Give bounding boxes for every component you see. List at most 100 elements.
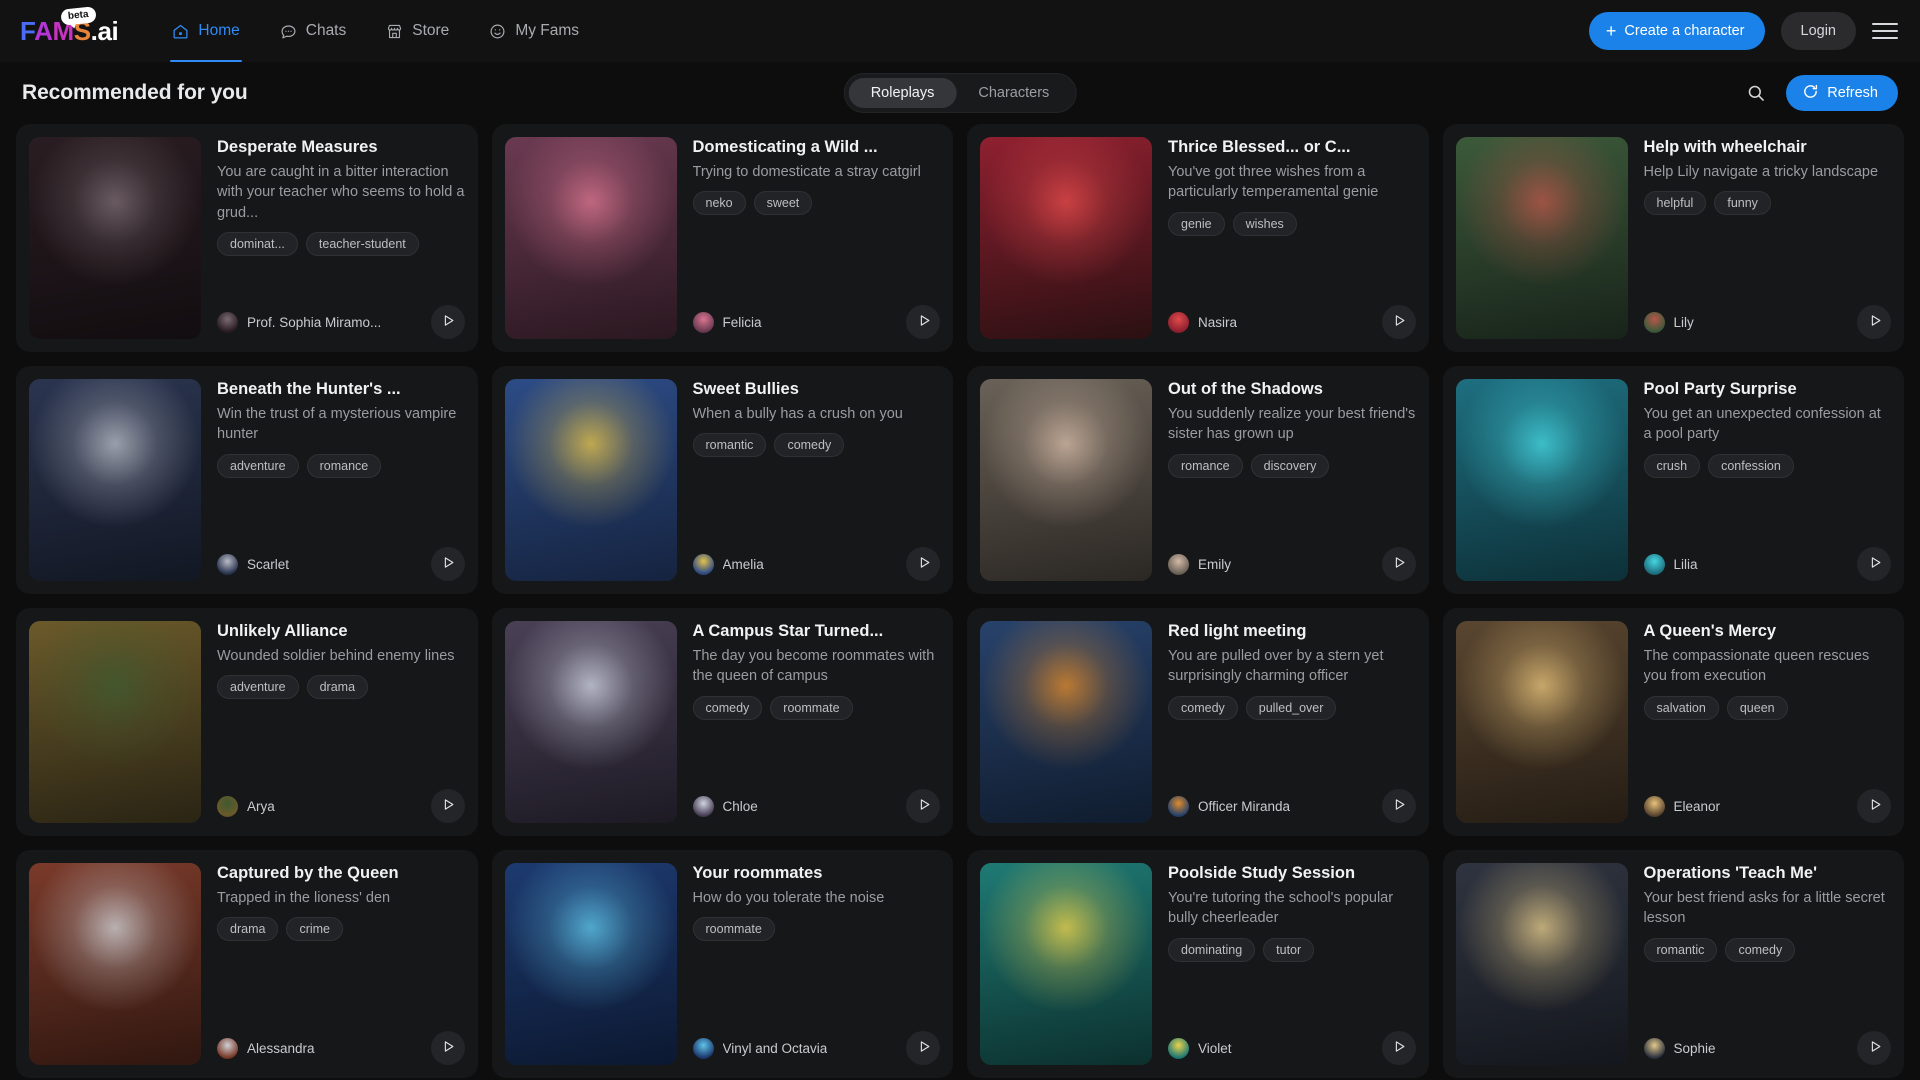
refresh-button[interactable]: Refresh: [1786, 75, 1898, 111]
card-description: Trying to domesticate a stray catgirl: [692, 163, 921, 180]
card-tag[interactable]: neko: [692, 191, 746, 216]
card-thumbnail[interactable]: [980, 137, 1152, 339]
search-icon[interactable]: [1744, 81, 1768, 105]
card-tag[interactable]: adventure: [217, 453, 299, 478]
tab-characters[interactable]: Characters: [956, 78, 1071, 108]
card-body: Sweet Bullies When a bully has a crush o…: [692, 379, 940, 581]
card-tag[interactable]: drama: [306, 675, 369, 700]
roleplay-card[interactable]: Poolside Study Session You're tutoring t…: [967, 850, 1429, 1078]
card-thumbnail[interactable]: [504, 863, 677, 1065]
card-title: Thrice Blessed... or C...: [1168, 138, 1351, 156]
roleplay-card[interactable]: Beneath the Hunter's ... Win the trust o…: [16, 366, 478, 594]
card-thumbnail[interactable]: [29, 621, 201, 823]
card-tag[interactable]: confession: [1708, 453, 1794, 478]
play-button[interactable]: [1381, 1031, 1416, 1065]
card-thumbnail[interactable]: [1455, 137, 1628, 339]
card-tag[interactable]: wishes: [1232, 211, 1297, 236]
card-artwork: [1455, 863, 1628, 1065]
play-button[interactable]: [906, 547, 940, 581]
nav-item-store[interactable]: Store: [370, 0, 465, 62]
roleplay-card[interactable]: Out of the Shadows You suddenly realize …: [967, 366, 1429, 594]
roleplay-card[interactable]: Desperate Measures You are caught in a b…: [16, 124, 478, 352]
card-tag[interactable]: comedy: [1725, 937, 1796, 962]
card-thumbnail[interactable]: [1455, 863, 1628, 1065]
card-tag[interactable]: comedy: [1168, 695, 1238, 720]
login-button[interactable]: Login: [1780, 12, 1856, 50]
roleplay-card[interactable]: Unlikely Alliance Wounded soldier behind…: [16, 608, 478, 836]
card-thumbnail[interactable]: [504, 621, 677, 823]
play-button[interactable]: [1381, 305, 1416, 339]
card-tag[interactable]: drama: [217, 917, 279, 942]
play-button[interactable]: [1857, 547, 1891, 581]
nav-item-my-fams[interactable]: My Fams: [473, 0, 595, 62]
card-tag[interactable]: comedy: [774, 433, 845, 458]
card-tag[interactable]: comedy: [692, 695, 763, 720]
play-button[interactable]: [906, 305, 940, 339]
card-tag[interactable]: romantic: [692, 433, 767, 458]
card-tag[interactable]: funny: [1714, 191, 1771, 216]
card-thumbnail[interactable]: [29, 863, 201, 1065]
play-button[interactable]: [906, 1031, 940, 1065]
card-tag[interactable]: dominating: [1168, 937, 1256, 962]
hamburger-icon[interactable]: [1872, 18, 1898, 44]
card-thumbnail[interactable]: [980, 379, 1152, 581]
play-icon: [439, 797, 456, 815]
card-tag[interactable]: tutor: [1263, 937, 1315, 962]
card-tag[interactable]: romance: [1168, 453, 1243, 478]
card-tag[interactable]: crime: [286, 917, 343, 942]
card-thumbnail[interactable]: [29, 137, 201, 339]
roleplay-card[interactable]: Thrice Blessed... or C... You've got thr…: [967, 124, 1429, 352]
roleplay-card[interactable]: Your roommates How do you tolerate the n…: [491, 850, 953, 1078]
roleplay-card[interactable]: Help with wheelchair Help Lily navigate …: [1442, 124, 1904, 352]
roleplay-card[interactable]: Red light meeting You are pulled over by…: [967, 608, 1429, 836]
card-tag[interactable]: teacher-student: [305, 232, 419, 257]
play-button[interactable]: [430, 547, 465, 581]
card-description: You suddenly realize your best friend's …: [1168, 405, 1416, 443]
card-thumbnail[interactable]: [1455, 379, 1628, 581]
roleplay-card[interactable]: Sweet Bullies When a bully has a crush o…: [491, 366, 953, 594]
card-tag[interactable]: dominat...: [217, 232, 298, 257]
card-tag[interactable]: discovery: [1250, 453, 1330, 478]
roleplay-card[interactable]: Captured by the Queen Trapped in the lio…: [16, 850, 478, 1078]
card-tag[interactable]: roommate: [692, 917, 775, 942]
roleplay-card[interactable]: A Campus Star Turned... The day you beco…: [491, 608, 953, 836]
roleplay-card[interactable]: A Queen's Mercy The compassionate queen …: [1442, 608, 1904, 836]
site-logo[interactable]: beta FAMS.ai: [20, 6, 119, 44]
card-thumbnail[interactable]: [980, 621, 1152, 823]
card-tag[interactable]: romantic: [1643, 937, 1718, 962]
roleplay-card[interactable]: Domesticating a Wild ... Trying to domes…: [491, 124, 953, 352]
play-button[interactable]: [430, 305, 465, 339]
card-tag[interactable]: roommate: [770, 695, 853, 720]
play-button[interactable]: [430, 1031, 465, 1065]
card-tag[interactable]: helpful: [1643, 191, 1707, 216]
card-tag[interactable]: pulled_over: [1245, 695, 1337, 720]
play-button[interactable]: [906, 789, 940, 823]
nav-item-home[interactable]: Home: [156, 0, 255, 62]
play-button[interactable]: [1857, 305, 1891, 339]
tab-roleplays[interactable]: Roleplays: [848, 78, 957, 108]
card-tag[interactable]: adventure: [217, 675, 299, 700]
card-thumbnail[interactable]: [1455, 621, 1628, 823]
roleplay-card[interactable]: Operations 'Teach Me' Your best friend a…: [1442, 850, 1904, 1078]
card-thumbnail[interactable]: [980, 863, 1152, 1065]
card-tag[interactable]: sweet: [753, 191, 813, 216]
card-tag[interactable]: genie: [1168, 211, 1225, 236]
card-tag[interactable]: romance: [306, 453, 382, 478]
card-body: Beneath the Hunter's ... Win the trust o…: [217, 379, 465, 581]
play-button[interactable]: [1381, 547, 1416, 581]
play-button[interactable]: [1857, 1031, 1891, 1065]
play-icon: [1866, 1039, 1883, 1057]
card-tag[interactable]: salvation: [1643, 695, 1719, 720]
card-thumbnail[interactable]: [504, 137, 677, 339]
nav-item-chats[interactable]: Chats: [264, 0, 363, 62]
create-a-character-button[interactable]: + Create a character: [1588, 12, 1765, 50]
card-thumbnail[interactable]: [504, 379, 677, 581]
play-button[interactable]: [1857, 789, 1891, 823]
play-button[interactable]: [1381, 789, 1416, 823]
card-tag-list: comedy roommate: [692, 695, 941, 720]
card-thumbnail[interactable]: [29, 379, 201, 581]
card-tag[interactable]: crush: [1643, 453, 1701, 478]
card-tag[interactable]: queen: [1726, 695, 1788, 720]
play-button[interactable]: [430, 789, 465, 823]
roleplay-card[interactable]: Pool Party Surprise You get an unexpecte…: [1442, 366, 1904, 594]
